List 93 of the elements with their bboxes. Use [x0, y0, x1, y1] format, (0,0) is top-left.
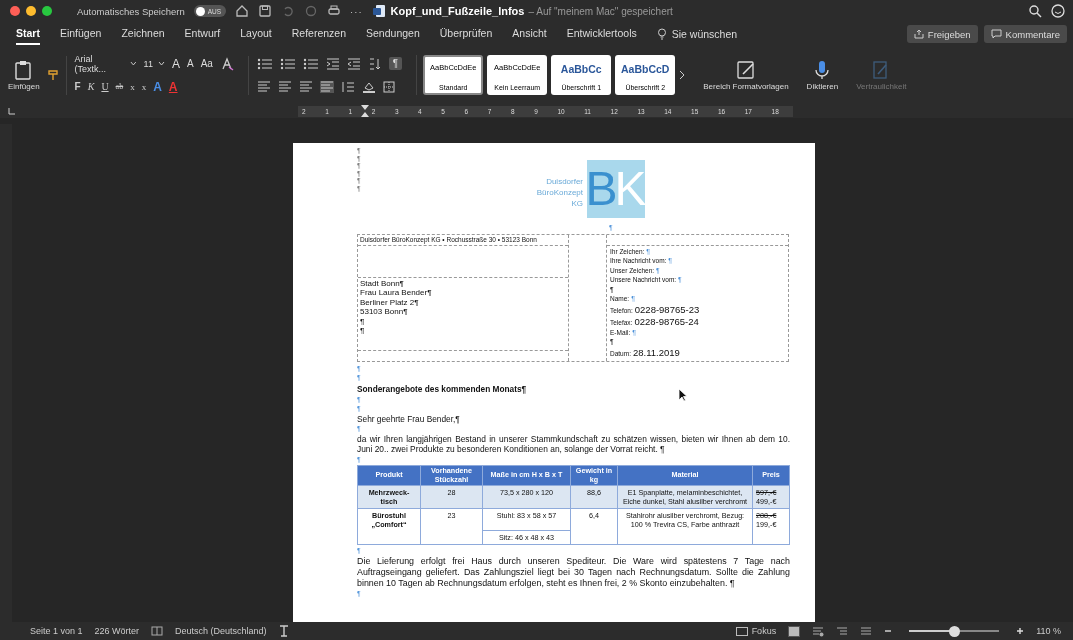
language-indicator[interactable]: Deutsch (Deutschland) — [175, 626, 267, 636]
recipient-line: ¶ — [360, 316, 366, 326]
outline-icon[interactable] — [836, 625, 849, 637]
zoom-thumb[interactable] — [949, 625, 961, 637]
share-icon — [913, 29, 924, 39]
pencil-page-icon — [734, 58, 757, 81]
format-button[interactable]: x — [130, 81, 135, 92]
format-button[interactable]: x — [141, 81, 147, 92]
align-icon[interactable] — [298, 80, 313, 93]
word-count[interactable]: 226 Wörter — [94, 626, 140, 636]
shrink-font-button[interactable]: A — [186, 58, 194, 69]
recipient-line: Stadt Bonn¶ — [360, 278, 405, 288]
company-name: KG — [571, 198, 584, 209]
ribbon-tab[interactable]: Entwurf — [184, 23, 221, 45]
subject-line: Sonderangebote des kommenden Monats¶ — [357, 382, 528, 395]
print-icon[interactable] — [327, 4, 342, 18]
indent-marker-icon[interactable] — [361, 104, 369, 117]
align-icon[interactable] — [256, 80, 271, 93]
tab-stop-icon[interactable] — [8, 107, 16, 115]
smiley-icon[interactable] — [1051, 4, 1065, 18]
web-layout-icon[interactable] — [812, 625, 825, 637]
format-button[interactable]: F — [74, 81, 81, 92]
frame-icon — [735, 626, 748, 636]
more-button[interactable]: ··· — [350, 5, 363, 17]
text-color-button[interactable]: A — [153, 79, 162, 94]
draft-icon[interactable] — [860, 625, 873, 637]
format-painter-icon[interactable] — [45, 68, 60, 82]
ribbon-tab[interactable]: Ansicht — [512, 23, 547, 45]
show-marks-button[interactable]: ¶ — [388, 57, 403, 70]
list-icon[interactable] — [279, 57, 296, 70]
format-button[interactable]: K — [87, 81, 95, 92]
recipient-line: 53103 Bonn¶ — [360, 307, 409, 317]
font-dropdown[interactable]: Arial (Textk... — [74, 53, 137, 74]
zoom-out-icon[interactable] — [884, 627, 893, 635]
line-spacing-icon[interactable] — [340, 80, 355, 93]
body-paragraph: Die Lieferung erfolgt frei Haus durch unseren Spediteur. Die Ware wird spätestens 7 Tage nach Auftragseingang geliefert. Das Zahlungsziel liegt bei 30 Tagen nach Rechnungsdatum. Sollte die Zahlung binnen 10 Tagen ab Rechnungsdatum erfolgen, steht es Ihnen frei, 2 % Skonto einzubehalten. ¶ — [357, 555, 790, 590]
indent-icon[interactable] — [346, 57, 361, 70]
recipient-line: Berliner Platz 2¶ — [360, 297, 420, 307]
proofing-icon[interactable] — [151, 626, 164, 636]
sort-icon[interactable] — [367, 57, 382, 70]
ribbon-tab[interactable]: Überprüfen — [439, 23, 493, 45]
ribbon-tab[interactable]: Entwicklertools — [566, 23, 637, 45]
company-name: Duisdorfer — [546, 176, 584, 187]
window-controls-icon[interactable] — [10, 6, 52, 16]
indent-icon[interactable] — [325, 57, 340, 70]
ribbon-tab[interactable]: Einfügen — [59, 23, 102, 45]
recipient-line: ¶ — [360, 326, 366, 336]
autosave-label: Automatisches Speichern — [77, 5, 185, 17]
document-icon — [371, 4, 386, 18]
zoom-level[interactable]: 110 % — [1036, 626, 1061, 636]
chevron-right-icon[interactable] — [679, 70, 686, 80]
dictate-button[interactable]: Diktieren — [800, 58, 845, 92]
comments-button[interactable]: Kommentare — [983, 25, 1067, 43]
caret-icon — [157, 61, 165, 66]
list-icon[interactable] — [256, 57, 273, 70]
body-paragraph: da wir Ihren langjährigen Bestand in unserer Stammkundschaft zu schätzen wissen, bieten wir Ihnen ab dem 10. Juni 20.. zwei Produkte zu besonderen Konditionen an, solange der Vorrat reicht. ¶ — [357, 433, 790, 455]
focus-button[interactable]: Fokus — [735, 626, 777, 636]
recipient-line: Frau Laura Bender¶ — [360, 288, 433, 298]
caret-icon — [129, 61, 137, 66]
accessibility-icon[interactable] — [278, 625, 289, 637]
share-button[interactable]: Freigeben — [906, 25, 978, 43]
align-icon[interactable] — [277, 80, 292, 93]
print-layout-icon[interactable] — [788, 625, 801, 637]
ribbon-tab[interactable]: Referenzen — [291, 23, 347, 45]
mouse-pointer-icon — [678, 388, 688, 402]
ribbon-tab[interactable]: Layout — [240, 23, 272, 45]
change-case-button[interactable]: Aa — [200, 58, 213, 69]
grow-font-button[interactable]: A — [171, 56, 180, 71]
format-button[interactable]: ab — [115, 82, 124, 91]
page-count[interactable]: Seite 1 von 1 — [30, 626, 83, 636]
ribbon-tab[interactable]: Sendungen — [366, 23, 420, 45]
shading-icon[interactable] — [361, 80, 376, 93]
format-button[interactable]: U — [101, 81, 109, 92]
clear-format-icon[interactable] — [219, 56, 234, 71]
align-icon[interactable] — [319, 80, 334, 93]
salutation: Sehr geehrte Frau Bender,¶ — [357, 413, 461, 424]
lightbulb-icon — [656, 28, 667, 40]
font-size-dropdown[interactable]: 11 — [143, 58, 165, 69]
search-icon[interactable] — [1028, 4, 1042, 18]
borders-icon[interactable] — [382, 80, 395, 93]
save-location: – Auf "meinem Mac" gespeichert — [528, 5, 673, 17]
ribbon-tab[interactable]: Zeichnen — [121, 23, 165, 45]
save-icon[interactable] — [258, 4, 273, 18]
zoom-in-icon[interactable] — [1016, 627, 1025, 635]
home-icon[interactable] — [235, 4, 250, 18]
styles-pane-button[interactable]: Bereich Formatvorlagen — [697, 58, 795, 92]
logo-monogram: BK — [587, 160, 646, 218]
speech-bubble-icon — [990, 29, 1002, 39]
document-title: Kopf_und_Fußzeile_Infos — [390, 5, 525, 17]
tell-me-button[interactable]: Sie wünschen — [656, 28, 738, 40]
company-name: BüroKonzept — [536, 187, 584, 198]
list-icon[interactable] — [302, 57, 319, 70]
paste-button[interactable]: Einfügen — [8, 59, 40, 91]
